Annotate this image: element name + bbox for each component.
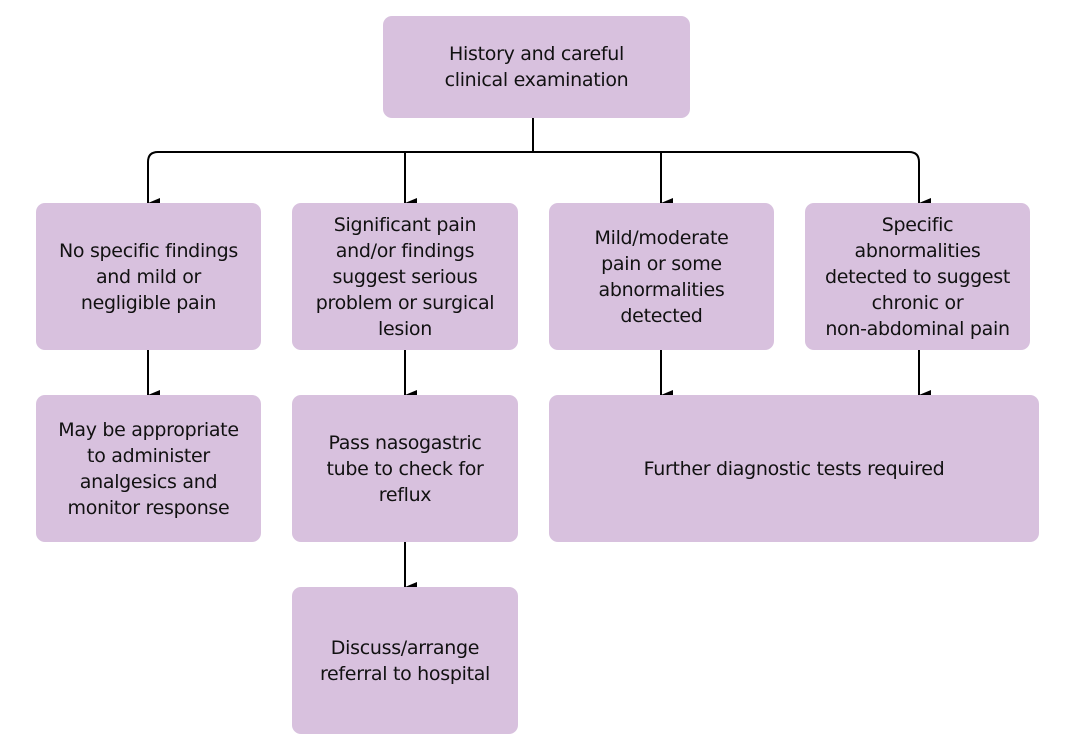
node-nasogastric-tube: Pass nasogastric tube to check for reflu… (292, 395, 518, 542)
connector-bus (147, 151, 931, 208)
node-label: History and careful clinical examination (444, 43, 629, 91)
node-significant-pain: Significant pain and/or findings suggest… (292, 203, 518, 350)
node-label: Pass nasogastric tube to check for reflu… (326, 431, 484, 506)
node-specific-abnormalities: Specific abnormalities detected to sugge… (805, 203, 1030, 350)
node-label: No specific findings and mild or negligi… (58, 239, 239, 314)
node-referral-to-hospital: Discuss/arrange referral to hospital (292, 587, 518, 734)
node-label: Significant pain and/or findings suggest… (315, 213, 495, 340)
node-administer-analgesics: May be appropriate to administer analges… (36, 395, 261, 542)
node-further-diagnostic-tests: Further diagnostic tests required (549, 395, 1039, 542)
node-no-specific-findings: No specific findings and mild or negligi… (36, 203, 261, 350)
node-history-examination: History and careful clinical examination (383, 16, 690, 118)
node-label: May be appropriate to administer analges… (58, 418, 239, 519)
node-label: Mild/moderate pain or some abnormalities… (594, 226, 729, 327)
node-label: Further diagnostic tests required (643, 457, 945, 480)
node-label: Specific abnormalities detected to sugge… (824, 213, 1011, 340)
node-label: Discuss/arrange referral to hospital (319, 636, 491, 685)
node-mild-moderate-pain: Mild/moderate pain or some abnormalities… (549, 203, 774, 350)
